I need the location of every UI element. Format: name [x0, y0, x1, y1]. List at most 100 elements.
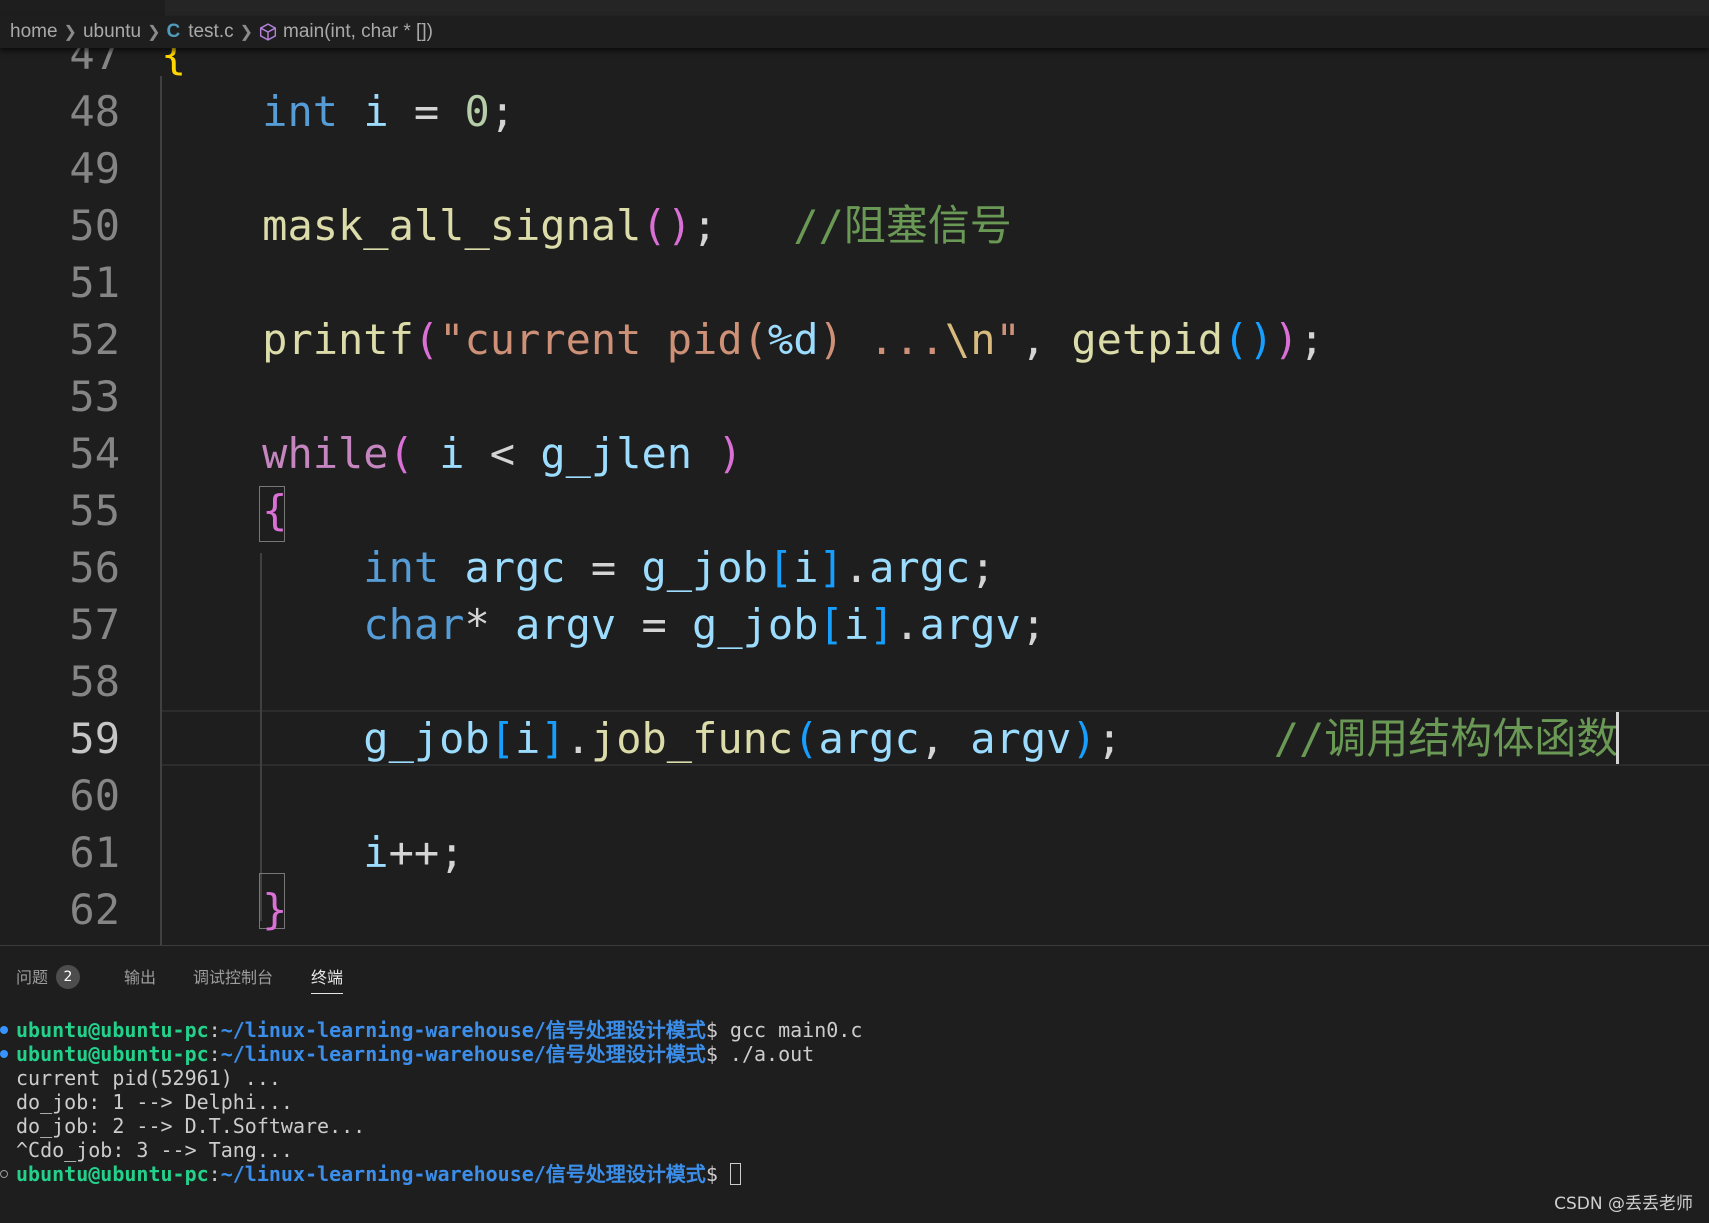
- code-token: "current pid(: [439, 315, 768, 364]
- code-token: ]: [540, 714, 566, 763]
- code-line[interactable]: 52 printf("current pid(%d) ...\n", getpi…: [0, 311, 1709, 368]
- code-token: (: [413, 315, 440, 364]
- code-token: argv: [919, 600, 1021, 649]
- tab-problems[interactable]: 问题 2: [16, 964, 81, 991]
- code-line[interactable]: 59 g_job[i].job_func(argc, argv); //调用结构…: [0, 710, 1709, 767]
- terminal-command: ./a.out: [729, 1042, 815, 1066]
- line-number: 47: [69, 48, 120, 79]
- code-token: ): [1273, 315, 1299, 364]
- code-token: ,: [1020, 315, 1072, 364]
- terminal[interactable]: ubuntu@ubuntu-pc:~/linux-learning-wareho…: [0, 1018, 1709, 1186]
- line-number: 51: [69, 258, 120, 307]
- code-line[interactable]: 50 mask_all_signal(); //阻塞信号: [0, 197, 1709, 254]
- code-token: i: [439, 429, 465, 478]
- code-token: ): [717, 429, 743, 478]
- code-token: =: [388, 87, 465, 136]
- code-text: while( i < g_jlen ): [161, 425, 743, 482]
- code-token: .: [843, 543, 870, 592]
- code-line[interactable]: 58: [0, 653, 1709, 710]
- code-token: i: [515, 714, 541, 763]
- code-token: %d: [767, 315, 819, 364]
- code-token: {: [262, 486, 288, 535]
- code-text: {: [161, 482, 287, 539]
- prompt-user: ubuntu@ubuntu-pc: [16, 1018, 209, 1042]
- prompt-sep: :: [208, 1162, 221, 1186]
- code-token: (): [641, 201, 693, 250]
- code-token: .: [565, 714, 591, 763]
- code-token: ;: [692, 201, 718, 250]
- text-cursor: [1616, 712, 1619, 764]
- code-token: ;: [1020, 600, 1047, 649]
- line-number: 55: [69, 486, 120, 535]
- code-token: mask_all_signal: [262, 201, 642, 250]
- line-number: 60: [69, 771, 120, 820]
- code-token: (: [793, 714, 819, 763]
- tab-terminal[interactable]: 终端: [311, 964, 344, 994]
- command-success-dot-icon[interactable]: [0, 1050, 8, 1058]
- line-number: 58: [69, 657, 120, 706]
- tab-output[interactable]: 输出: [124, 964, 156, 988]
- line-number: 52: [69, 315, 120, 364]
- terminal-output-line: do_job: 1 --> Delphi...: [16, 1090, 293, 1114]
- code-line[interactable]: 53: [0, 368, 1709, 425]
- code-token: 0: [464, 87, 490, 136]
- code-line[interactable]: 48 int i = 0;: [0, 83, 1709, 140]
- code-line[interactable]: 56 int argc = g_job[i].argc;: [0, 539, 1709, 596]
- command-pending-dot-icon[interactable]: [0, 1170, 8, 1178]
- code-line[interactable]: 62 }: [0, 881, 1709, 938]
- command-success-dot-icon[interactable]: [0, 1026, 8, 1034]
- code-line[interactable]: 51: [0, 254, 1709, 311]
- chevron-right-icon: ❯: [147, 24, 161, 41]
- code-line[interactable]: 60: [0, 767, 1709, 824]
- code-line[interactable]: 57 char* argv = g_job[i].argv;: [0, 596, 1709, 653]
- code-line[interactable]: 61 i++;: [0, 824, 1709, 881]
- code-text: printf("current pid(%d) ...\n", getpid()…: [161, 311, 1324, 368]
- code-editor[interactable]: 47{48 int i = 0; 49 50 mask_all_signal(); …: [0, 48, 1709, 945]
- prompt-dollar: $: [705, 1018, 730, 1042]
- code-token: //调用结构体函数: [1273, 714, 1619, 763]
- line-number: 54: [69, 429, 120, 478]
- breadcrumb-symbol[interactable]: main(int, char * []): [283, 21, 433, 43]
- line-number: 50: [69, 201, 120, 250]
- active-tab-underline: [311, 993, 344, 994]
- code-token: int: [363, 543, 440, 592]
- code-line[interactable]: 47 {: [0, 48, 1709, 83]
- code-text: char* argv = g_job[i].argv;: [161, 596, 1046, 653]
- code-token: ]: [818, 543, 844, 592]
- line-number: 62: [69, 885, 120, 934]
- line-number: 48: [69, 87, 120, 136]
- code-token: ;: [1298, 315, 1325, 364]
- code-line[interactable]: 54 while( i < g_jlen ): [0, 425, 1709, 482]
- prompt-sep: :: [208, 1042, 221, 1066]
- editor-tab[interactable]: [0, 0, 165, 16]
- line-number: 49: [69, 144, 120, 193]
- panel-tabs: 问题 2 输出 调试控制台 终端: [0, 946, 1709, 996]
- code-line[interactable]: 55 {: [0, 482, 1709, 539]
- watermark: CSDN @丢丢老师: [1554, 1194, 1693, 1214]
- line-number: 61: [69, 828, 120, 877]
- code-token: (: [388, 429, 414, 478]
- code-token: *: [464, 600, 516, 649]
- code-line[interactable]: 49: [0, 140, 1709, 197]
- code-token: argv: [970, 714, 1072, 763]
- breadcrumb-ubuntu[interactable]: ubuntu: [83, 21, 141, 43]
- line-number: 56: [69, 543, 120, 592]
- terminal-line: ubuntu@ubuntu-pc:~/linux-learning-wareho…: [0, 1018, 1709, 1042]
- terminal-line: ubuntu@ubuntu-pc:~/linux-learning-wareho…: [0, 1042, 1709, 1066]
- terminal-cursor: [729, 1162, 741, 1185]
- breadcrumb-home[interactable]: home: [10, 21, 58, 43]
- breadcrumb-file[interactable]: test.c: [188, 21, 233, 43]
- tab-debug-console[interactable]: 调试控制台: [193, 964, 273, 988]
- code-token: ]: [869, 600, 895, 649]
- tab-problems-label: 问题: [16, 968, 49, 987]
- prompt-path: ~/linux-learning-warehouse/信号处理设计模式: [220, 1162, 706, 1186]
